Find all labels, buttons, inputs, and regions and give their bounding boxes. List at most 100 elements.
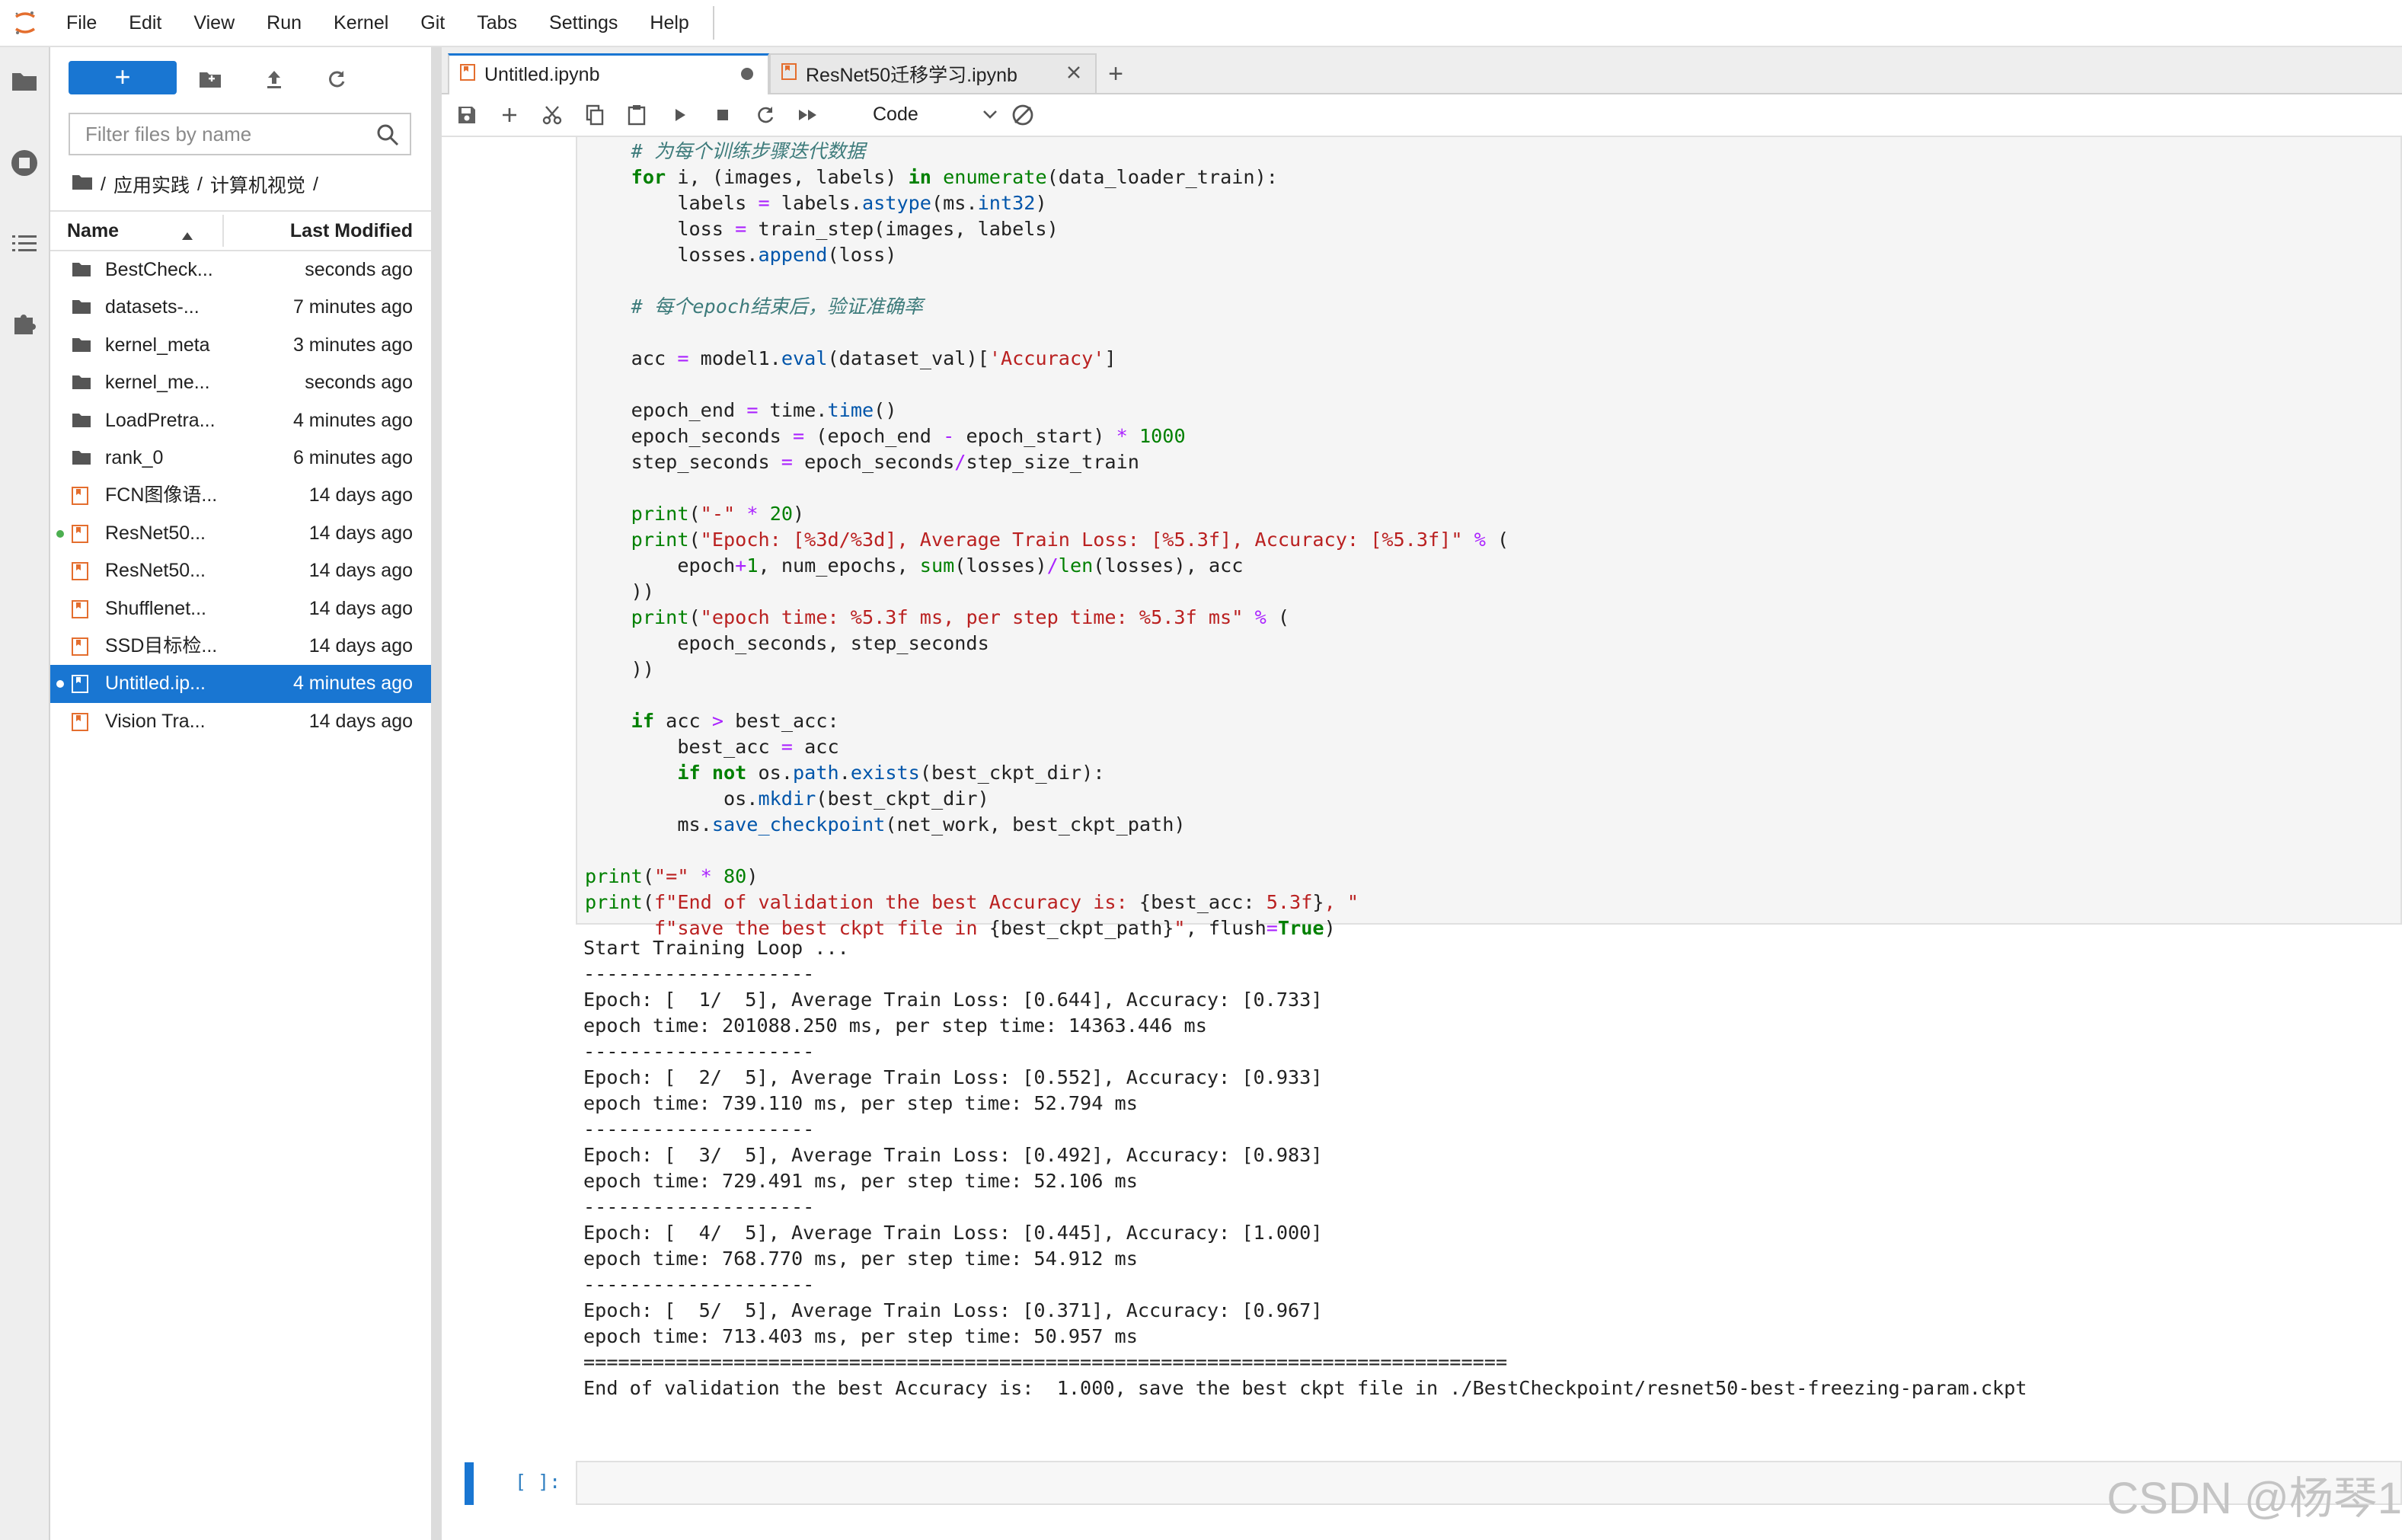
- extension-puzzle-icon[interactable]: [6, 305, 43, 341]
- file-list-item[interactable]: LoadPretra... 4 minutes ago: [50, 402, 431, 439]
- table-of-contents-icon[interactable]: [6, 225, 43, 262]
- file-last-modified: 4 minutes ago: [292, 673, 413, 695]
- code-token: epoch_start): [954, 425, 1116, 447]
- tab-resnet50-notebook[interactable]: ResNet50迁移学习.ipynb: [769, 53, 1097, 93]
- file-last-modified: 14 days ago: [308, 710, 413, 732]
- code-token: acc: [654, 710, 712, 732]
- new-launcher-button[interactable]: +: [69, 61, 177, 94]
- code-token: (): [874, 399, 897, 421]
- insert-cell-plus-icon[interactable]: [495, 101, 524, 129]
- file-list-item[interactable]: FCN图像语... 14 days ago: [50, 477, 431, 514]
- code-line: loss = train_step(images, labels): [585, 216, 1509, 242]
- code-token: "Epoch: [%3d/%3d], Average Train Loss: […: [700, 529, 1463, 551]
- output-line: End of validation the best Accuracy is: …: [583, 1377, 2027, 1399]
- file-list-item[interactable]: datasets-... 7 minutes ago: [50, 289, 431, 326]
- new-tab-button[interactable]: +: [1097, 55, 1135, 93]
- cell-type-dropdown[interactable]: Code: [873, 99, 1002, 129]
- breadcrumb-item-computer-vision[interactable]: 计算机视觉: [210, 171, 305, 198]
- code-token: (: [642, 865, 654, 887]
- output-line: Epoch: [ 3/ 5], Average Train Loss: [0.4…: [583, 1144, 1323, 1166]
- menu-tabs[interactable]: Tabs: [461, 0, 533, 46]
- fast-forward-icon[interactable]: [794, 101, 822, 129]
- stop-icon[interactable]: [708, 101, 737, 129]
- file-list-item[interactable]: Vision Tra... 14 days ago: [50, 703, 431, 740]
- code-token: (best_ckpt_dir): [816, 788, 989, 810]
- code-token: (net_work, best_ckpt_path): [885, 813, 1186, 835]
- panel-splitter[interactable]: [431, 47, 442, 1540]
- paste-icon[interactable]: [623, 101, 652, 129]
- cut-icon[interactable]: [538, 101, 567, 129]
- folder-icon: [72, 299, 91, 317]
- breadcrumb-separator: /: [312, 173, 318, 195]
- file-list-header: Name Last Modified: [50, 210, 431, 251]
- code-line: for i, (images, labels) in enumerate(dat…: [585, 165, 1509, 190]
- running-kernels-icon[interactable]: [6, 145, 43, 181]
- restart-icon[interactable]: [751, 101, 780, 129]
- cell-type-value: Code: [873, 104, 918, 125]
- file-list-item[interactable]: kernel_me... seconds ago: [50, 364, 431, 401]
- code-editor-content[interactable]: # 为每个训练步骤迭代数据 for i, (images, labels) in…: [585, 139, 1509, 941]
- column-header-last-modified[interactable]: Last Modified: [290, 212, 413, 250]
- run-icon[interactable]: [666, 101, 695, 129]
- file-list-item[interactable]: BestCheck... seconds ago: [50, 251, 431, 289]
- notebook-icon: [72, 675, 91, 694]
- folder-icon: [72, 412, 91, 430]
- output-line: --------------------: [583, 1040, 815, 1062]
- file-list-item[interactable]: Shufflenet... 14 days ago: [50, 590, 431, 628]
- code-token: if: [631, 710, 655, 732]
- file-list-item[interactable]: kernel_meta 3 minutes ago: [50, 327, 431, 364]
- menu-file[interactable]: File: [50, 0, 113, 46]
- refresh-icon[interactable]: [321, 64, 352, 94]
- menu-edit[interactable]: Edit: [113, 0, 177, 46]
- sort-ascending-icon[interactable]: [181, 224, 193, 246]
- code-token: (: [1485, 529, 1509, 551]
- code-cell-editor[interactable]: # 为每个训练步骤迭代数据 for i, (images, labels) in…: [576, 137, 2402, 939]
- code-token: epoch_seconds, step_seconds: [585, 632, 989, 654]
- menu-run[interactable]: Run: [251, 0, 318, 46]
- file-last-modified: 14 days ago: [308, 560, 413, 582]
- notebook-icon: [72, 487, 91, 506]
- file-list-item[interactable]: ResNet50... 14 days ago: [50, 515, 431, 552]
- code-token: ]: [1104, 347, 1116, 369]
- running-indicator-dot: [56, 680, 64, 689]
- file-filter-input[interactable]: [84, 121, 369, 147]
- code-token: os.: [585, 788, 759, 810]
- column-header-name[interactable]: Name: [67, 212, 119, 250]
- file-list-item[interactable]: ResNet50... 14 days ago: [50, 552, 431, 589]
- breadcrumb-home-folder-icon[interactable]: [72, 174, 93, 196]
- file-list-item[interactable]: SSD目标检... 14 days ago: [50, 628, 431, 665]
- menu-help[interactable]: Help: [634, 0, 704, 46]
- breadcrumb-item-applied-practice[interactable]: 应用实践: [113, 171, 190, 198]
- unsaved-dot-icon[interactable]: [740, 64, 754, 86]
- code-token: )): [585, 658, 654, 680]
- upload-icon[interactable]: [259, 64, 289, 94]
- file-filter-box: [69, 113, 411, 155]
- file-name: kernel_me...: [105, 372, 210, 394]
- code-token: if: [677, 762, 701, 784]
- code-token: =: [677, 347, 689, 369]
- menu-git[interactable]: Git: [404, 0, 461, 46]
- menu-view[interactable]: View: [177, 0, 251, 46]
- file-list-item[interactable]: Untitled.ip... 4 minutes ago: [50, 665, 431, 703]
- code-token: )): [585, 580, 654, 602]
- copy-icon[interactable]: [580, 101, 609, 129]
- tab-untitled-notebook[interactable]: Untitled.ipynb: [448, 53, 769, 94]
- code-token: in: [908, 166, 931, 188]
- code-token: f"End of validation the best Accuracy is…: [654, 891, 1139, 913]
- code-token: 80: [723, 865, 747, 887]
- folder-icon[interactable]: [6, 62, 43, 99]
- file-list-item[interactable]: rank_0 6 minutes ago: [50, 439, 431, 477]
- menu-settings[interactable]: Settings: [533, 0, 634, 46]
- kernel-status-icon[interactable]: [1008, 101, 1037, 129]
- new-folder-icon[interactable]: [195, 64, 225, 94]
- column-divider[interactable]: [222, 215, 224, 247]
- output-line: Epoch: [ 5/ 5], Average Train Loss: [0.3…: [583, 1299, 1323, 1321]
- code-token: exists: [850, 762, 920, 784]
- output-line: ========================================…: [583, 1351, 1508, 1373]
- menu-kernel[interactable]: Kernel: [318, 0, 404, 46]
- close-icon[interactable]: [1066, 63, 1081, 85]
- output-line: Epoch: [ 1/ 5], Average Train Loss: [0.6…: [583, 989, 1323, 1011]
- save-icon[interactable]: [452, 101, 481, 129]
